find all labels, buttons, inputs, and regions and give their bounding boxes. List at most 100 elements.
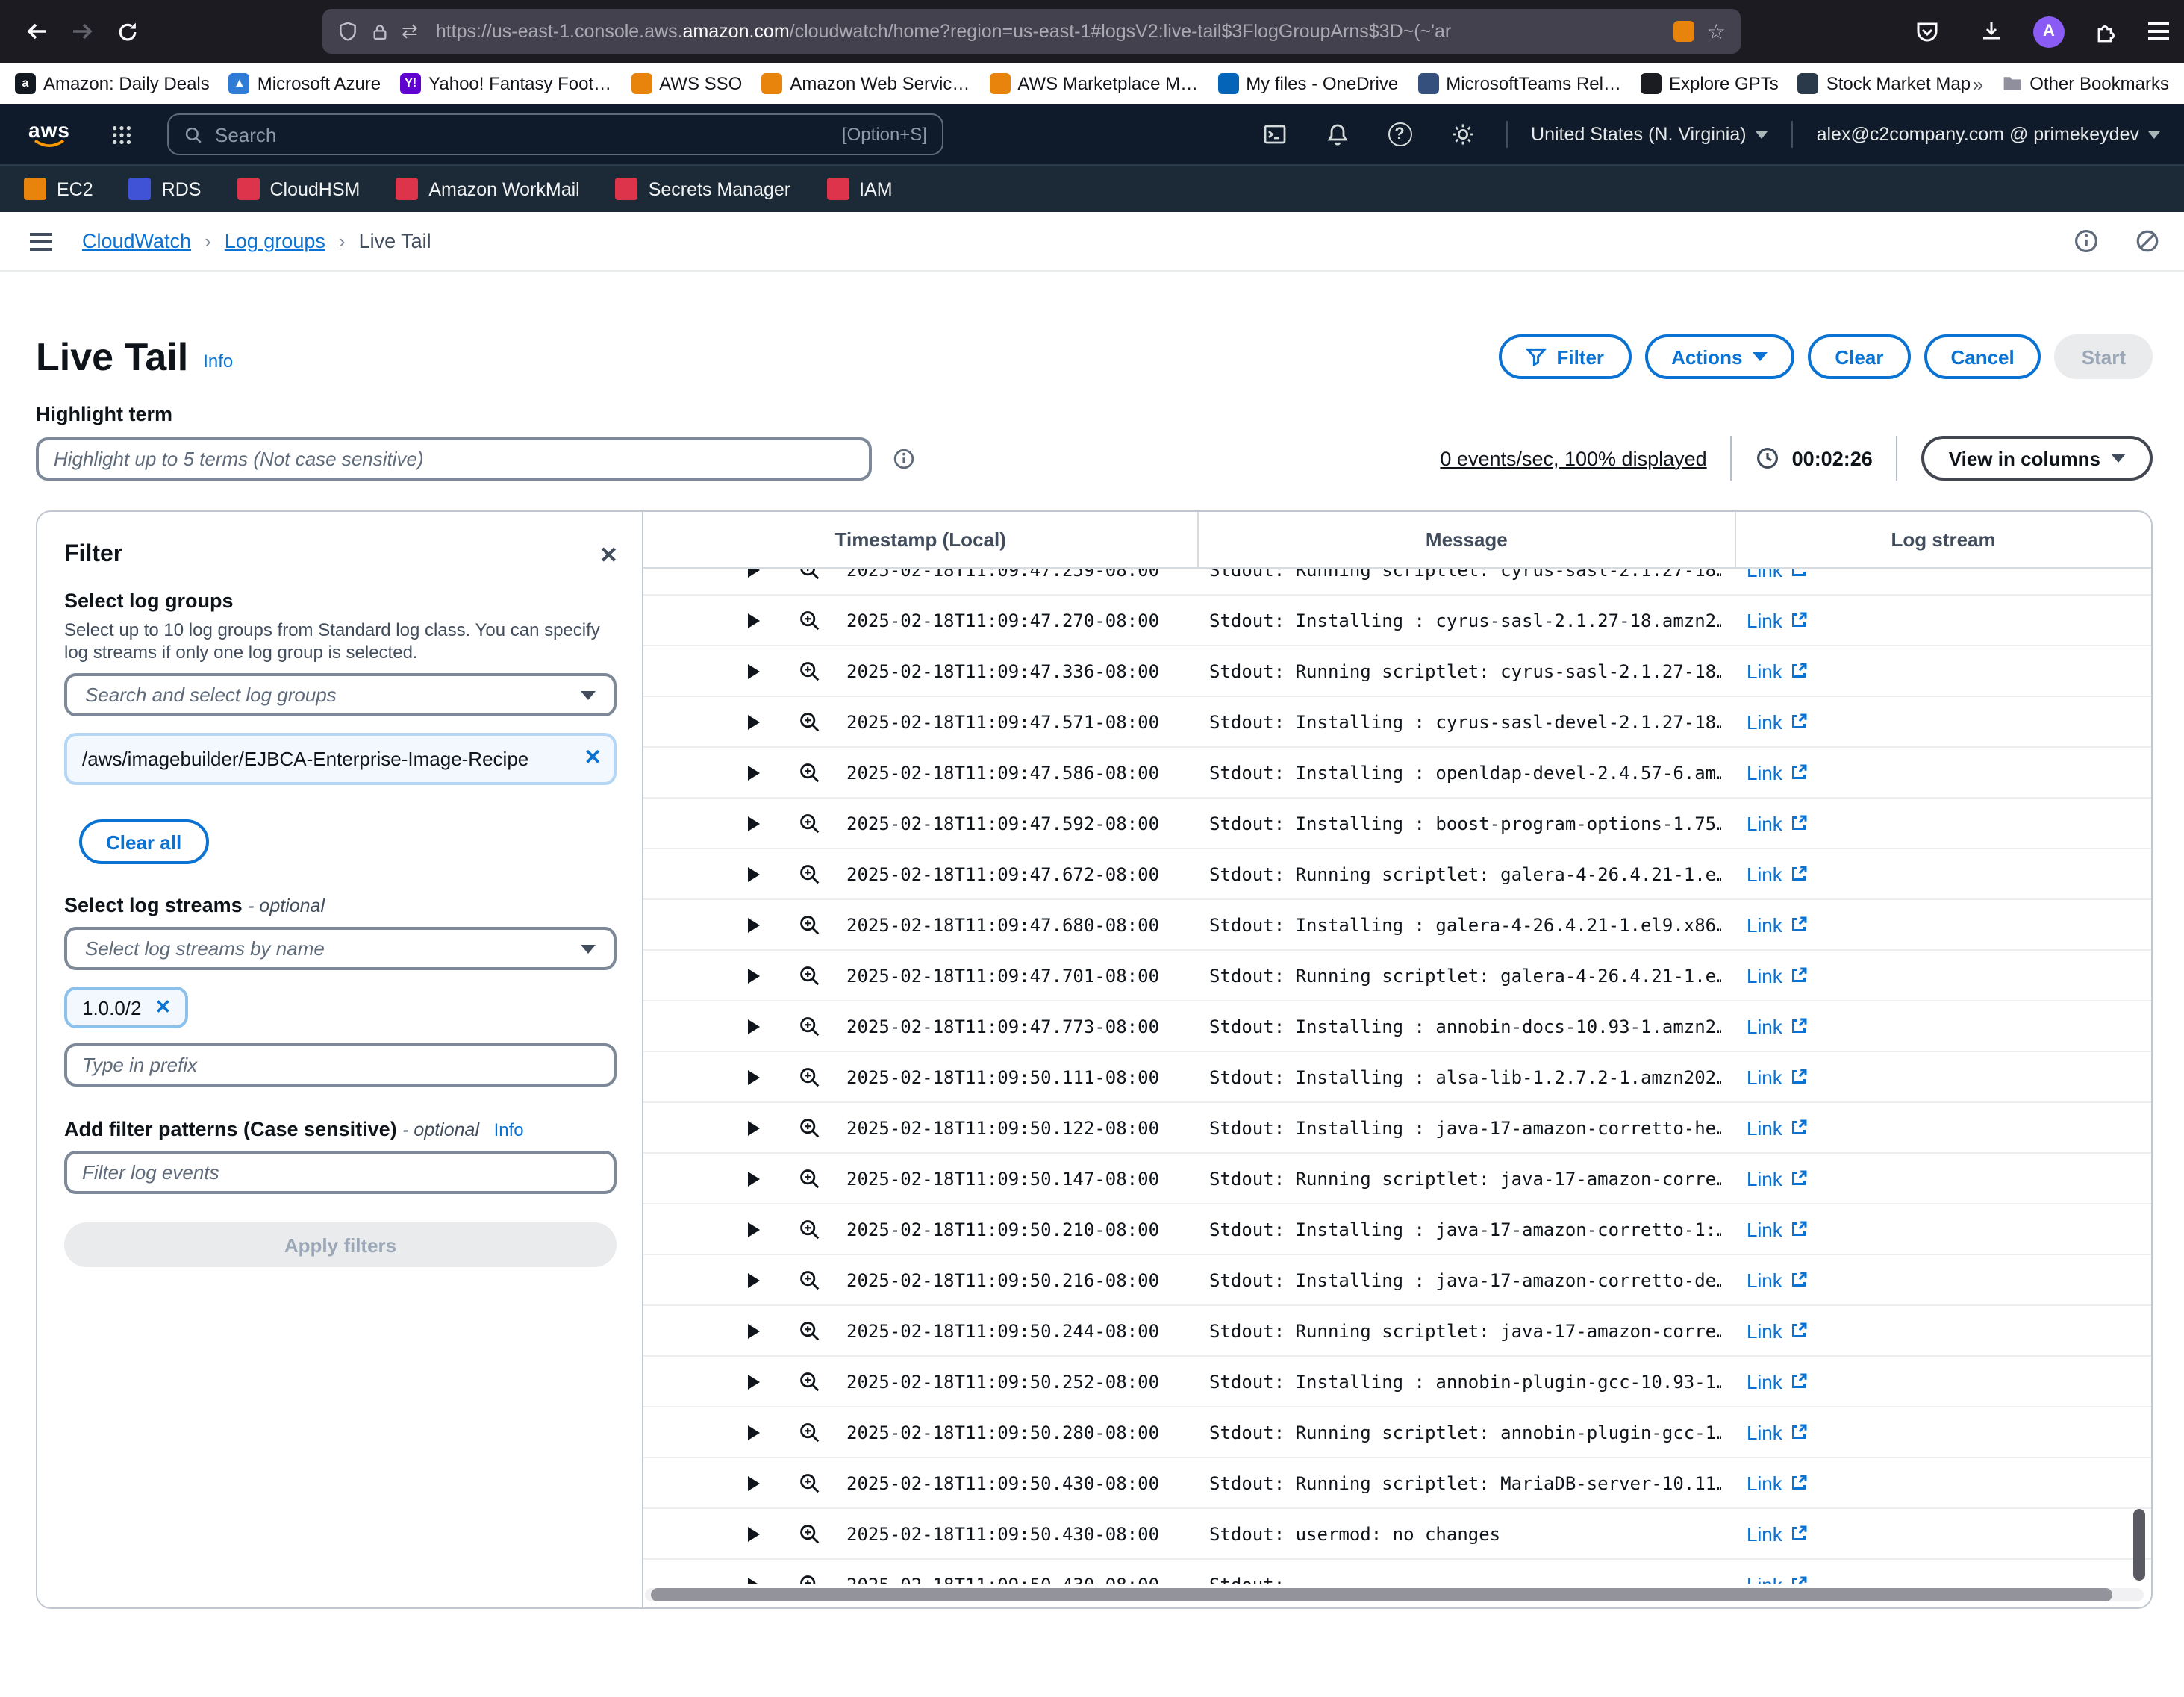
favorite-service-link[interactable]: RDS xyxy=(129,178,202,200)
info-icon[interactable] xyxy=(893,447,915,469)
inspect-event-button[interactable] xyxy=(799,1066,821,1088)
bookmark-item[interactable]: Stock Market Map xyxy=(1798,73,1971,94)
url-bar[interactable]: ⇄ https://us-east-1.console.aws.amazon.c… xyxy=(322,9,1741,54)
inspect-event-button[interactable] xyxy=(799,1167,821,1190)
log-stream-link[interactable]: Link xyxy=(1747,710,1808,733)
clear-all-button[interactable]: Clear all xyxy=(79,819,208,864)
clear-button[interactable]: Clear xyxy=(1808,334,1910,379)
log-stream-link[interactable]: Link xyxy=(1747,1573,1808,1584)
favorite-service-link[interactable]: CloudHSM xyxy=(237,178,360,200)
inspect-event-button[interactable] xyxy=(799,569,821,581)
expand-row-button[interactable] xyxy=(748,1323,760,1338)
expand-row-button[interactable] xyxy=(748,1222,760,1237)
lock-icon[interactable] xyxy=(370,22,390,41)
start-button[interactable]: Start xyxy=(2055,334,2153,379)
console-search-input[interactable]: Search [Option+S] xyxy=(167,113,943,155)
page-info-icon[interactable] xyxy=(2074,228,2099,254)
expand-row-button[interactable] xyxy=(748,663,760,678)
expand-row-button[interactable] xyxy=(748,765,760,780)
highlight-terms-input[interactable] xyxy=(36,437,872,480)
bookmark-star-icon[interactable]: ☆ xyxy=(1707,19,1726,44)
inspect-event-button[interactable] xyxy=(799,609,821,631)
inspect-event-button[interactable] xyxy=(799,913,821,936)
log-stream-link[interactable]: Link xyxy=(1747,1015,1808,1037)
pocket-icon[interactable] xyxy=(1905,10,1950,52)
services-grid-icon[interactable] xyxy=(102,123,140,146)
tracking-shield-icon[interactable] xyxy=(337,21,358,42)
expand-row-button[interactable] xyxy=(748,1374,760,1389)
permissions-icon[interactable]: ⇄ xyxy=(402,19,418,43)
log-stream-link[interactable]: Link xyxy=(1747,1167,1808,1190)
log-stream-link[interactable]: Link xyxy=(1747,1116,1808,1139)
patterns-info-link[interactable]: Info xyxy=(494,1119,524,1140)
expand-row-button[interactable] xyxy=(748,917,760,932)
expand-row-button[interactable] xyxy=(748,714,760,729)
remove-token-icon[interactable]: ✕ xyxy=(584,745,602,770)
bookmark-item[interactable]: Amazon Web Servic… xyxy=(761,73,970,94)
actions-button[interactable]: Actions xyxy=(1644,334,1794,379)
forward-button[interactable] xyxy=(60,10,104,52)
notifications-bell-icon[interactable] xyxy=(1317,122,1356,146)
bookmarks-overflow-chevron[interactable]: » xyxy=(1973,72,1983,95)
filter-events-input[interactable] xyxy=(64,1151,617,1194)
other-bookmarks[interactable]: Other Bookmarks xyxy=(2001,73,2169,94)
inspect-event-button[interactable] xyxy=(799,812,821,834)
remove-token-icon[interactable]: ✕ xyxy=(155,996,172,1019)
log-stream-link[interactable]: Link xyxy=(1747,609,1808,631)
bookmark-item[interactable]: MicrosoftTeams Rel… xyxy=(1417,73,1621,94)
inspect-event-button[interactable] xyxy=(799,863,821,885)
aws-logo[interactable]: aws xyxy=(24,120,75,149)
inspect-event-button[interactable] xyxy=(799,1218,821,1240)
log-stream-link[interactable]: Link xyxy=(1747,660,1808,682)
bookmark-item[interactable]: Y! Yahoo! Fantasy Foot… xyxy=(400,73,611,94)
side-nav-toggle-icon[interactable] xyxy=(30,232,52,250)
expand-row-button[interactable] xyxy=(748,866,760,881)
log-stream-link[interactable]: Link xyxy=(1747,1218,1808,1240)
close-icon[interactable]: ✕ xyxy=(599,542,618,569)
log-stream-link[interactable]: Link xyxy=(1747,1472,1808,1494)
stream-prefix-input[interactable] xyxy=(64,1043,617,1087)
log-groups-select[interactable]: Search and select log groups xyxy=(64,673,617,716)
expand-row-button[interactable] xyxy=(748,1475,760,1490)
title-info-link[interactable]: Info xyxy=(203,351,233,372)
bookmark-item[interactable]: a Amazon: Daily Deals xyxy=(15,73,210,94)
bookmark-item[interactable]: AWS SSO xyxy=(631,73,742,94)
downloads-icon[interactable] xyxy=(1969,10,2014,52)
favorite-service-link[interactable]: IAM xyxy=(826,178,892,200)
log-stream-link[interactable]: Link xyxy=(1747,1421,1808,1443)
expand-row-button[interactable] xyxy=(748,968,760,983)
log-stream-link[interactable]: Link xyxy=(1747,913,1808,936)
log-stream-link[interactable]: Link xyxy=(1747,1522,1808,1545)
view-in-columns-button[interactable]: View in columns xyxy=(1922,436,2153,481)
apply-filters-button[interactable]: Apply filters xyxy=(64,1222,617,1267)
cloudshell-icon[interactable] xyxy=(1255,122,1294,146)
expand-row-button[interactable] xyxy=(748,1019,760,1034)
region-selector[interactable]: United States (N. Virginia) xyxy=(1531,124,1768,145)
feedback-icon[interactable] xyxy=(2135,228,2160,254)
expand-row-button[interactable] xyxy=(748,1069,760,1084)
log-stream-link[interactable]: Link xyxy=(1747,1066,1808,1088)
inspect-event-button[interactable] xyxy=(799,1522,821,1545)
profile-avatar[interactable]: A xyxy=(2033,16,2065,47)
inspect-event-button[interactable] xyxy=(799,761,821,784)
log-stream-link[interactable]: Link xyxy=(1747,1370,1808,1393)
log-stream-link[interactable]: Link xyxy=(1747,1319,1808,1342)
bookmark-item[interactable]: Explore GPTs xyxy=(1641,73,1779,94)
vertical-scrollbar[interactable] xyxy=(2133,1509,2145,1581)
expand-row-button[interactable] xyxy=(748,1425,760,1440)
settings-gear-icon[interactable] xyxy=(1443,122,1482,146)
expand-row-button[interactable] xyxy=(748,569,760,577)
help-icon[interactable]: ? xyxy=(1380,122,1419,146)
expand-row-button[interactable] xyxy=(748,816,760,831)
favorite-service-link[interactable]: Amazon WorkMail xyxy=(396,178,579,200)
log-stream-link[interactable]: Link xyxy=(1747,863,1808,885)
inspect-event-button[interactable] xyxy=(799,710,821,733)
expand-row-button[interactable] xyxy=(748,1526,760,1541)
inspect-event-button[interactable] xyxy=(799,1472,821,1494)
inspect-event-button[interactable] xyxy=(799,1573,821,1584)
expand-row-button[interactable] xyxy=(748,1272,760,1287)
inspect-event-button[interactable] xyxy=(799,660,821,682)
expand-row-button[interactable] xyxy=(748,1120,760,1135)
bookmark-item[interactable]: ▲ Microsoft Azure xyxy=(229,73,381,94)
reload-button[interactable] xyxy=(104,10,149,52)
